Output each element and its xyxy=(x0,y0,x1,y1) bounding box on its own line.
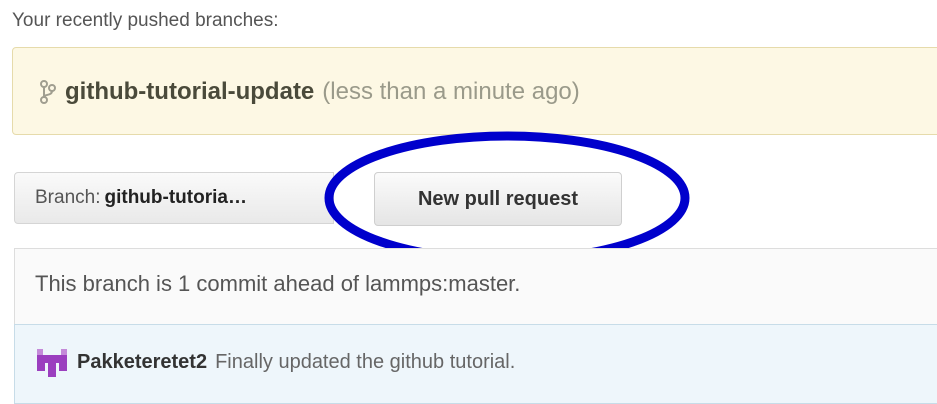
branch-select-prefix: Branch: xyxy=(35,187,101,208)
recent-branch-banner: github-tutorial-update (less than a minu… xyxy=(12,47,937,135)
recent-branches-label: Your recently pushed branches: xyxy=(12,10,279,31)
branch-select-button[interactable]: Branch: github-tutoria… xyxy=(14,172,334,224)
recent-branch-time: (less than a minute ago) xyxy=(322,78,580,105)
branch-ahead-text: This branch is 1 commit ahead of lammps:… xyxy=(35,271,521,296)
branch-select-current: github-tutoria… xyxy=(104,187,247,208)
latest-commit-box: Pakketeretet2 Finally updated the github… xyxy=(14,324,937,404)
avatar[interactable] xyxy=(37,347,67,377)
branch-status-box: This branch is 1 commit ahead of lammps:… xyxy=(14,248,937,324)
commit-author-link[interactable]: Pakketeretet2 xyxy=(77,351,207,374)
git-branch-icon xyxy=(40,80,56,104)
new-pull-request-button[interactable]: New pull request xyxy=(374,172,622,226)
latest-commit-entry: Pakketeretet2 Finally updated the github… xyxy=(37,347,515,377)
recent-branch-entry: github-tutorial-update (less than a minu… xyxy=(39,78,580,106)
commit-message-link[interactable]: Finally updated the github tutorial. xyxy=(215,351,515,374)
recent-branch-link[interactable]: github-tutorial-update xyxy=(65,78,314,106)
